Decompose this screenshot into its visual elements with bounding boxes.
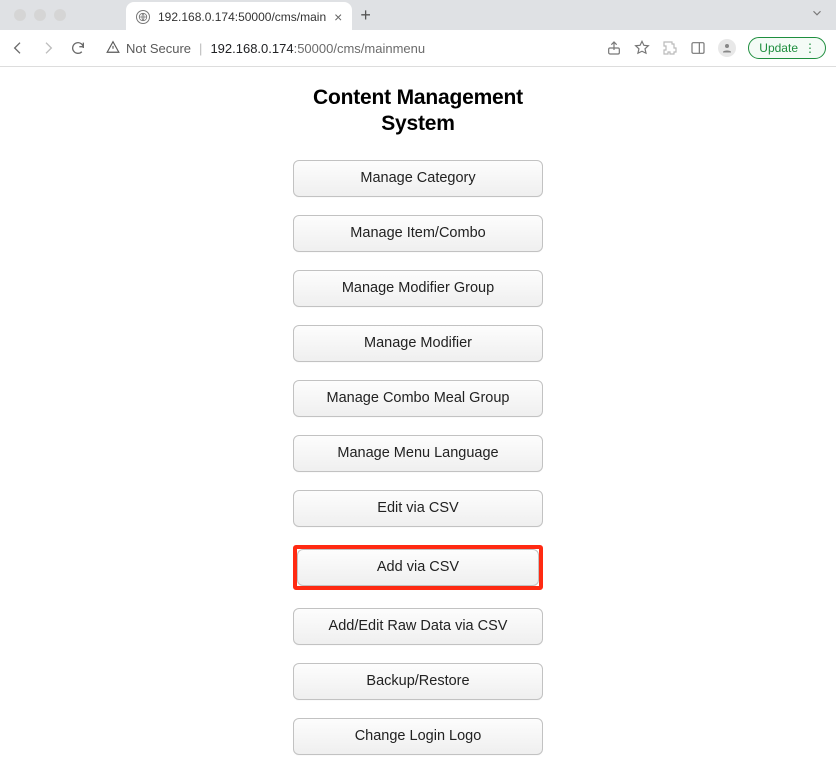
menu-button[interactable]: Manage Modifier Group [293, 270, 543, 307]
more-icon: ⋮ [804, 41, 815, 55]
minimize-window-icon[interactable] [34, 9, 46, 21]
window-controls[interactable] [14, 9, 66, 21]
extensions-icon[interactable] [662, 40, 678, 56]
close-tab-icon[interactable]: × [334, 10, 342, 24]
address-url: 192.168.0.174:50000/cms/mainmenu [210, 41, 425, 56]
tab-bar: 192.168.0.174:50000/cms/main × + [0, 0, 836, 30]
globe-icon [136, 10, 150, 24]
warning-icon [106, 40, 120, 57]
tab-title: 192.168.0.174:50000/cms/main [158, 10, 326, 24]
security-indicator[interactable]: Not Secure [106, 40, 191, 57]
back-button[interactable] [10, 40, 26, 56]
maximize-window-icon[interactable] [54, 9, 66, 21]
address-separator: | [199, 41, 202, 56]
tabs-dropdown-icon[interactable] [810, 6, 824, 25]
update-label: Update [759, 41, 798, 55]
reload-button[interactable] [70, 40, 86, 56]
close-window-icon[interactable] [14, 9, 26, 21]
menu-button[interactable]: Manage Menu Language [293, 435, 543, 472]
bookmark-star-icon[interactable] [634, 40, 650, 56]
menu-button-highlight: Add via CSV [293, 545, 543, 590]
share-icon[interactable] [606, 40, 622, 56]
menu-button[interactable]: Edit via CSV [293, 490, 543, 527]
menu-button[interactable]: Manage Combo Meal Group [293, 380, 543, 417]
browser-toolbar: Not Secure | 192.168.0.174:50000/cms/mai… [0, 30, 836, 66]
menu-button[interactable]: Add via CSV [297, 549, 539, 586]
page-content: Content Management System Manage Categor… [0, 67, 836, 773]
browser-update-button[interactable]: Update ⋮ [748, 37, 826, 59]
new-tab-button[interactable]: + [360, 6, 371, 24]
menu-button[interactable]: Manage Modifier [293, 325, 543, 362]
toolbar-right: Update ⋮ [606, 37, 826, 59]
page-title: Content Management System [313, 85, 523, 138]
side-panel-icon[interactable] [690, 40, 706, 56]
profile-avatar-icon[interactable] [718, 39, 736, 57]
browser-chrome: 192.168.0.174:50000/cms/main × + Not Sec… [0, 0, 836, 67]
menu-button[interactable]: Manage Item/Combo [293, 215, 543, 252]
browser-tab[interactable]: 192.168.0.174:50000/cms/main × [126, 2, 352, 32]
menu-button[interactable]: Change Login Logo [293, 718, 543, 755]
forward-button[interactable] [40, 40, 56, 56]
security-label: Not Secure [126, 41, 191, 56]
menu-list: Manage Category Manage Item/Combo Manage M… [293, 160, 543, 773]
menu-button[interactable]: Add/Edit Raw Data via CSV [293, 608, 543, 645]
address-bar[interactable]: Not Secure | 192.168.0.174:50000/cms/mai… [106, 40, 592, 57]
menu-button[interactable]: Backup/Restore [293, 663, 543, 700]
menu-button[interactable]: Manage Category [293, 160, 543, 197]
